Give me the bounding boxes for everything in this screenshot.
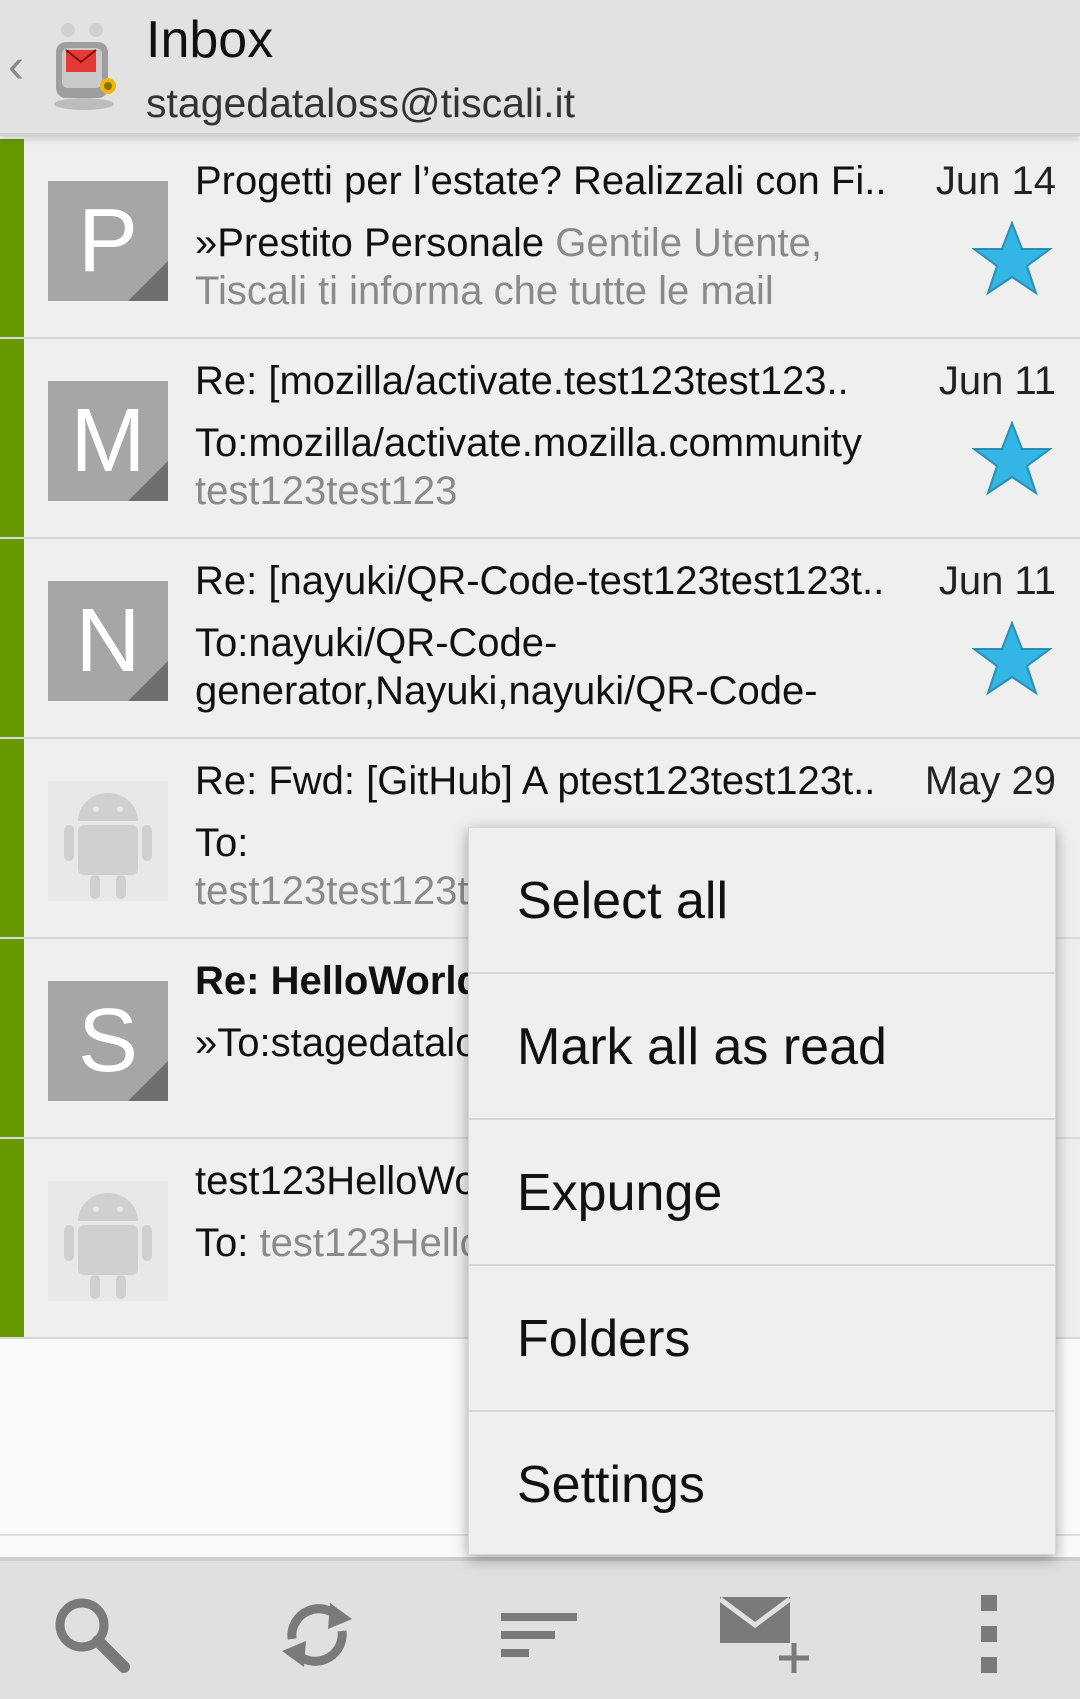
avatar-corner [128, 461, 168, 501]
message-date: Jun 11 [938, 359, 1056, 403]
star-icon[interactable] [972, 421, 1052, 497]
search-icon[interactable] [46, 1589, 136, 1679]
refresh-icon[interactable] [272, 1589, 362, 1679]
message-preview: To:mozilla/activate.mozilla.community te… [195, 419, 915, 515]
android-avatar-icon[interactable] [48, 781, 168, 901]
k9-mail-logo-icon[interactable] [44, 20, 124, 112]
menu-item-settings[interactable]: Settings [469, 1412, 1055, 1558]
avatar-corner [128, 261, 168, 301]
preview-sender: To: [195, 1221, 249, 1265]
message-date: Jun 11 [938, 559, 1056, 603]
avatar-corner [128, 1061, 168, 1101]
contact-avatar[interactable]: N [48, 581, 168, 701]
preview-sender: To:mozilla/activate.mozilla.community [195, 421, 862, 465]
unread-indicator [0, 139, 24, 337]
preview-sender: To:nayuki/QR-Code-generator,Nayuki,nayuk… [195, 621, 818, 713]
action-bar: ‹ Inbox stagedataloss@tiscali.it [0, 0, 1080, 136]
menu-item-expunge[interactable]: Expunge [469, 1120, 1055, 1266]
message-row[interactable]: N Re: [nayuki/QR-Code-test123test123t.. … [0, 539, 1080, 739]
preview-sender: »Prestito Personale [195, 221, 545, 265]
android-avatar-icon[interactable] [48, 1181, 168, 1301]
message-date: Jun 14 [935, 159, 1056, 203]
menu-item-mark-all-read[interactable]: Mark all as read [469, 974, 1055, 1120]
unread-indicator [0, 939, 24, 1137]
preview-text: test123test123 [195, 469, 458, 513]
unread-indicator [0, 739, 24, 937]
message-subject: Progetti per l’estate? Realizzali con Fi… [195, 159, 887, 203]
account-email: stagedataloss@tiscali.it [146, 80, 576, 126]
bottom-action-bar [0, 1557, 1080, 1699]
message-row[interactable]: M Re: [mozilla/activate.test123test123..… [0, 339, 1080, 539]
unread-indicator [0, 1139, 24, 1337]
avatar-corner [128, 661, 168, 701]
message-row[interactable]: P Progetti per l’estate? Realizzali con … [0, 139, 1080, 339]
sort-icon[interactable] [495, 1589, 585, 1679]
contact-avatar[interactable]: S [48, 981, 168, 1101]
preview-sender: To: [195, 821, 249, 865]
unread-indicator [0, 339, 24, 537]
message-subject: Re: Fwd: [GitHub] A ptest123test123t.. [195, 759, 876, 803]
unread-indicator [0, 539, 24, 737]
message-preview: To:nayuki/QR-Code-generator,Nayuki,nayuk… [195, 619, 915, 715]
star-icon[interactable] [972, 221, 1052, 297]
star-icon[interactable] [972, 621, 1052, 697]
message-subject: Re: [mozilla/activate.test123test123.. [195, 359, 849, 403]
message-preview: »Prestito Personale Gentile Utente, Tisc… [195, 219, 915, 315]
page-title: Inbox [146, 11, 274, 69]
menu-item-folders[interactable]: Folders [469, 1266, 1055, 1412]
menu-item-select-all[interactable]: Select all [469, 828, 1055, 974]
message-date: May 29 [924, 759, 1056, 803]
compose-icon[interactable] [716, 1589, 816, 1679]
contact-avatar[interactable]: P [48, 181, 168, 301]
overflow-menu-icon[interactable] [944, 1589, 1034, 1679]
back-chevron-icon[interactable]: ‹ [8, 42, 38, 92]
contact-avatar[interactable]: M [48, 381, 168, 501]
message-subject: Re: [nayuki/QR-Code-test123test123t.. [195, 559, 885, 603]
overflow-menu: Select all Mark all as read Expunge Fold… [468, 827, 1056, 1555]
